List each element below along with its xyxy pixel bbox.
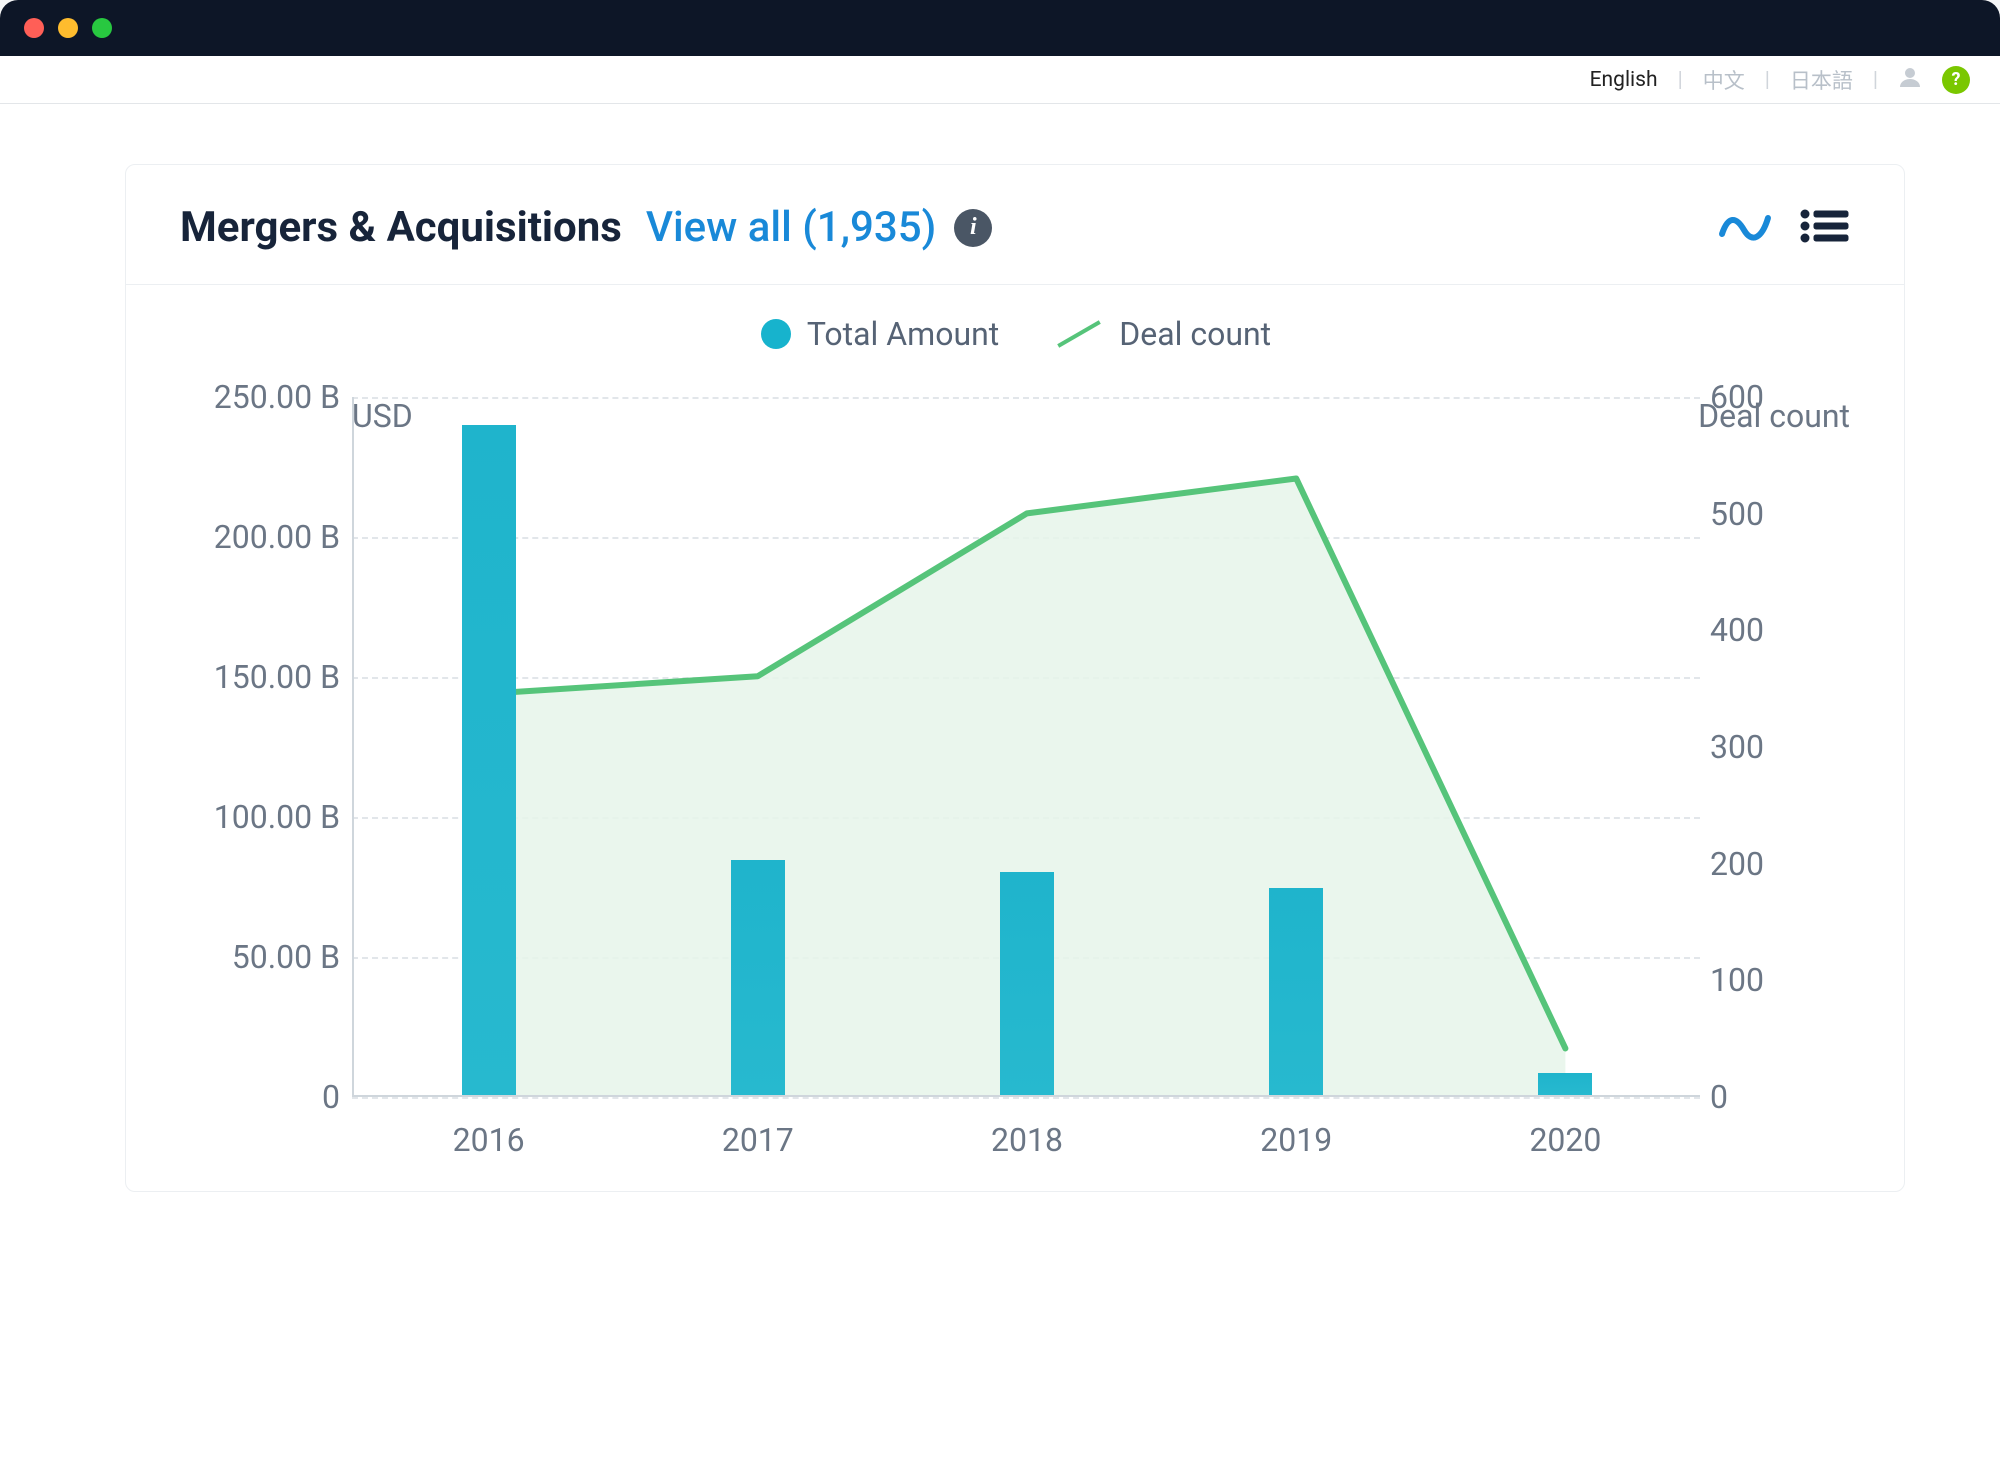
bar-slot: 2020 (1431, 397, 1700, 1095)
bar-slot: 2017 (623, 397, 892, 1095)
chart-area: USD Deal count 250.00 B200.00 B150.00 B1… (182, 397, 1850, 1141)
y-left-tick-label: 0 (182, 1078, 340, 1116)
ma-card: Mergers & Acquisitions View all (1,935) … (125, 164, 1905, 1192)
window-close-icon[interactable] (24, 18, 44, 38)
y-left-tick-label: 150.00 B (182, 658, 340, 696)
legend-item-total-amount[interactable]: Total Amount (761, 315, 999, 353)
y-right-tick-label: 0 (1710, 1078, 1850, 1116)
bar-slot: 2018 (892, 397, 1161, 1095)
chart-container: Total Amount Deal count USD Deal count 2… (126, 285, 1904, 1191)
help-icon[interactable]: ? (1942, 66, 1970, 94)
x-tick-label: 2016 (453, 1121, 525, 1159)
window-zoom-icon[interactable] (92, 18, 112, 38)
y-right-tick-label: 600 (1710, 378, 1850, 416)
y-right-tick-label: 100 (1710, 961, 1850, 999)
y-right-tick-label: 400 (1710, 611, 1850, 649)
bar-slot: 2019 (1162, 397, 1431, 1095)
plot-inner: 20162017201820192020 (352, 397, 1700, 1097)
y-right-tick-label: 200 (1710, 845, 1850, 883)
info-icon[interactable]: i (954, 209, 992, 247)
language-bar: English | 中文 | 日本語 | ? (0, 56, 2000, 104)
separator: | (1873, 68, 1878, 92)
y-right-tick-label: 500 (1710, 495, 1850, 533)
window-titlebar (0, 0, 2000, 56)
bar-slot: 2016 (354, 397, 623, 1095)
window-minimize-icon[interactable] (58, 18, 78, 38)
bar[interactable] (1000, 872, 1054, 1095)
legend-label: Deal count (1119, 315, 1271, 353)
language-option-chinese[interactable]: 中文 (1703, 65, 1745, 95)
x-tick-label: 2017 (722, 1121, 794, 1159)
y-left-tick-label: 100.00 B (182, 798, 340, 836)
legend-item-deal-count[interactable]: Deal count (1055, 315, 1271, 353)
separator: | (1678, 68, 1683, 92)
card-header: Mergers & Acquisitions View all (1,935) … (126, 165, 1904, 285)
chart-view-toggle[interactable] (1718, 208, 1772, 248)
plot-area: 250.00 B200.00 B150.00 B100.00 B50.00 B0… (182, 397, 1850, 1141)
bar[interactable] (462, 425, 516, 1095)
list-view-toggle[interactable] (1800, 208, 1850, 248)
bar[interactable] (1538, 1073, 1592, 1095)
bar[interactable] (1269, 888, 1323, 1095)
traffic-lights (24, 18, 112, 38)
legend-line-icon (1057, 320, 1101, 347)
x-tick-label: 2020 (1529, 1121, 1601, 1159)
legend-dot-icon (761, 319, 791, 349)
legend: Total Amount Deal count (182, 315, 1850, 353)
language-option-japanese[interactable]: 日本語 (1790, 65, 1853, 95)
language-option-english[interactable]: English (1590, 68, 1658, 92)
separator: | (1765, 68, 1770, 92)
y-left-tick-label: 250.00 B (182, 378, 340, 416)
card-title: Mergers & Acquisitions (180, 203, 622, 252)
bar[interactable] (731, 860, 785, 1095)
view-all-link[interactable]: View all (1,935) (646, 203, 937, 252)
y-right-tick-label: 300 (1710, 728, 1850, 766)
page-body: Mergers & Acquisitions View all (1,935) … (0, 104, 2000, 1464)
y-left-tick-label: 200.00 B (182, 518, 340, 556)
bars-layer: 20162017201820192020 (354, 397, 1700, 1095)
app-window: English | 中文 | 日本語 | ? Mergers & Acquisi… (0, 0, 2000, 1464)
grid-line (352, 1097, 1700, 1099)
user-avatar-icon[interactable] (1898, 65, 1922, 95)
x-tick-label: 2019 (1260, 1121, 1332, 1159)
view-toggle (1718, 208, 1850, 248)
legend-label: Total Amount (807, 315, 999, 353)
y-left-tick-label: 50.00 B (182, 938, 340, 976)
x-tick-label: 2018 (991, 1121, 1063, 1159)
